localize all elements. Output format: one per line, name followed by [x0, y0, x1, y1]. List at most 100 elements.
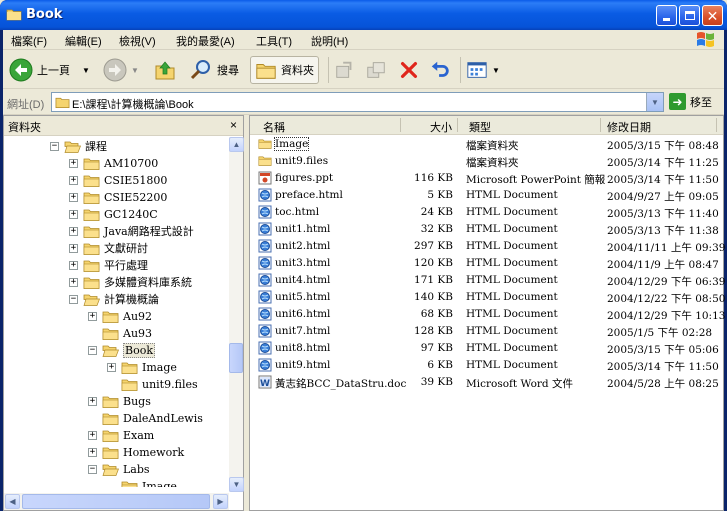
column-name[interactable]: 名稱 — [263, 119, 285, 135]
expand-icon[interactable]: + — [107, 362, 116, 372]
scroll-thumb[interactable] — [229, 343, 243, 373]
tree-item[interactable]: + 文獻研討 — [69, 240, 148, 256]
tree-item[interactable]: + Image — [107, 359, 177, 375]
column-type[interactable]: 類型 — [469, 119, 491, 135]
tree-item[interactable]: unit9.files — [107, 376, 198, 392]
scroll-up-button[interactable]: ▲ — [229, 137, 244, 152]
file-row[interactable]: unit3.html 120 KB HTML Document 2004/11/9 上… — [250, 255, 723, 272]
tree-item[interactable]: − 課程 — [50, 138, 107, 154]
tree-item[interactable]: DaleAndLewis — [88, 410, 203, 426]
scroll-down-button[interactable]: ▼ — [229, 477, 244, 492]
menu-file[interactable]: 檔案(F) — [11, 33, 47, 49]
go-button[interactable]: ➜ 移至 — [669, 93, 712, 110]
column-size[interactable]: 大小 — [430, 119, 452, 135]
tree-item[interactable]: + GC1240C — [69, 206, 158, 222]
minimize-button[interactable] — [656, 5, 677, 26]
html-file-icon — [258, 290, 272, 304]
expand-icon[interactable]: + — [88, 430, 97, 440]
search-button[interactable]: 搜尋 — [189, 56, 239, 84]
title-bar[interactable]: Book ✕ — [0, 0, 727, 30]
tree-item[interactable]: + Au92 — [88, 308, 152, 324]
tree-item[interactable]: − 計算機概論 — [69, 291, 159, 307]
tree-item-label: Exam — [123, 428, 155, 442]
expand-icon[interactable]: + — [69, 243, 78, 253]
expand-icon[interactable]: + — [69, 158, 78, 168]
column-divider[interactable] — [457, 118, 458, 132]
tree-item[interactable]: Image — [107, 478, 177, 487]
expand-icon[interactable]: + — [69, 260, 78, 270]
undo-button[interactable] — [429, 56, 451, 84]
file-row[interactable]: unit9.files 檔案資料夾 2005/3/14 下午 11:25 — [250, 153, 723, 170]
close-icon[interactable]: × — [230, 118, 237, 132]
forward-button[interactable]: ▼ — [103, 56, 139, 84]
menu-view[interactable]: 檢視(V) — [119, 33, 156, 49]
expand-icon[interactable]: + — [69, 277, 78, 287]
chevron-down-icon[interactable]: ▼ — [82, 66, 90, 75]
file-row[interactable]: figures.ppt 116 KB Microsoft PowerPoint 簡報… — [250, 170, 723, 187]
file-row[interactable]: unit7.html 128 KB HTML Document 2005/1/5 下午… — [250, 323, 723, 340]
column-modified[interactable]: 修改日期 — [607, 119, 651, 135]
collapse-icon[interactable]: − — [88, 345, 97, 355]
expand-icon[interactable]: + — [88, 396, 97, 406]
close-button[interactable]: ✕ — [702, 5, 723, 26]
scroll-right-button[interactable]: ▶ — [213, 494, 228, 509]
tree-item[interactable]: + Exam — [88, 427, 154, 443]
expand-icon[interactable]: + — [88, 447, 97, 457]
tree-item[interactable]: Au93 — [88, 325, 152, 341]
menu-help[interactable]: 說明(H) — [311, 33, 348, 49]
tree-item[interactable]: + Bugs — [88, 393, 151, 409]
tree-horizontal-scrollbar[interactable]: ◀ ▶ — [4, 493, 229, 510]
expand-icon[interactable]: + — [69, 226, 78, 236]
tree-item-label: 計算機概論 — [104, 293, 159, 306]
file-row[interactable]: Image 檔案資料夾 2005/3/15 下午 08:48 — [250, 136, 723, 153]
address-input[interactable]: E:\課程\計算機概論\Book ▼ — [51, 92, 664, 112]
tree-item[interactable]: + Homework — [88, 444, 184, 460]
collapse-icon[interactable]: − — [50, 141, 59, 151]
file-row[interactable]: unit5.html 140 KB HTML Document 2004/12/22 … — [250, 289, 725, 306]
column-divider[interactable] — [600, 118, 601, 132]
tree-item[interactable]: + 多媒體資料庫系統 — [69, 274, 192, 290]
file-row[interactable]: unit9.html 6 KB HTML Document 2005/3/14 下午 … — [250, 357, 723, 374]
tree-item[interactable]: + Java網路程式設計 — [69, 223, 194, 239]
scroll-left-button[interactable]: ◀ — [5, 494, 20, 509]
file-row[interactable]: W 黃志銘BCC_DataStru.doc 39 KB Microsoft Word … — [250, 374, 723, 391]
file-row[interactable]: preface.html 5 KB HTML Document 2004/9/27 上… — [250, 187, 723, 204]
column-divider[interactable] — [716, 118, 717, 132]
expand-icon[interactable]: + — [69, 175, 78, 185]
tree-item[interactable]: − Labs — [88, 461, 150, 477]
address-dropdown-button[interactable]: ▼ — [646, 93, 663, 111]
up-folder-button[interactable] — [153, 56, 177, 84]
scroll-thumb[interactable] — [22, 494, 210, 509]
maximize-button[interactable] — [679, 5, 700, 26]
back-button[interactable]: 上一頁 ▼ — [9, 56, 90, 84]
tree-item[interactable]: + AM10700 — [69, 155, 158, 171]
move-to-button[interactable] — [334, 56, 356, 84]
file-row[interactable]: unit6.html 68 KB HTML Document 2004/12/29 下… — [250, 306, 725, 323]
file-row[interactable]: unit4.html 171 KB HTML Document 2004/12/29 … — [250, 272, 725, 289]
menu-favorites[interactable]: 我的最愛(A) — [176, 33, 235, 49]
tree-item[interactable]: + CSIE52200 — [69, 189, 167, 205]
menu-edit[interactable]: 編輯(E) — [65, 33, 102, 49]
collapse-icon[interactable]: − — [88, 464, 97, 474]
column-divider[interactable] — [400, 118, 401, 132]
chevron-down-icon[interactable]: ▼ — [492, 66, 500, 75]
menu-tools[interactable]: 工具(T) — [256, 33, 292, 49]
collapse-icon[interactable]: − — [69, 294, 78, 304]
html-file-icon — [258, 188, 272, 202]
tree-item[interactable]: + 平行處理 — [69, 257, 148, 273]
expand-icon[interactable]: + — [69, 192, 78, 202]
file-row[interactable]: unit8.html 97 KB HTML Document 2005/3/15 下午… — [250, 340, 723, 357]
tree-item[interactable]: − Book — [88, 342, 155, 358]
tree-vertical-scrollbar[interactable]: ▲ ▼ — [229, 137, 244, 492]
file-row[interactable]: toc.html 24 KB HTML Document 2005/3/13 下午 1… — [250, 204, 723, 221]
views-button[interactable]: ▼ — [466, 56, 500, 84]
chevron-down-icon[interactable]: ▼ — [131, 66, 139, 75]
file-row[interactable]: unit1.html 32 KB HTML Document 2005/3/13 下午… — [250, 221, 723, 238]
copy-to-button[interactable] — [365, 56, 387, 84]
tree-item[interactable]: + CSIE51800 — [69, 172, 167, 188]
file-row[interactable]: unit2.html 297 KB HTML Document 2004/11/11 … — [250, 238, 725, 255]
folders-button[interactable]: 資料夾 — [250, 56, 319, 84]
expand-icon[interactable]: + — [69, 209, 78, 219]
delete-button[interactable] — [398, 56, 420, 84]
expand-icon[interactable]: + — [88, 311, 97, 321]
